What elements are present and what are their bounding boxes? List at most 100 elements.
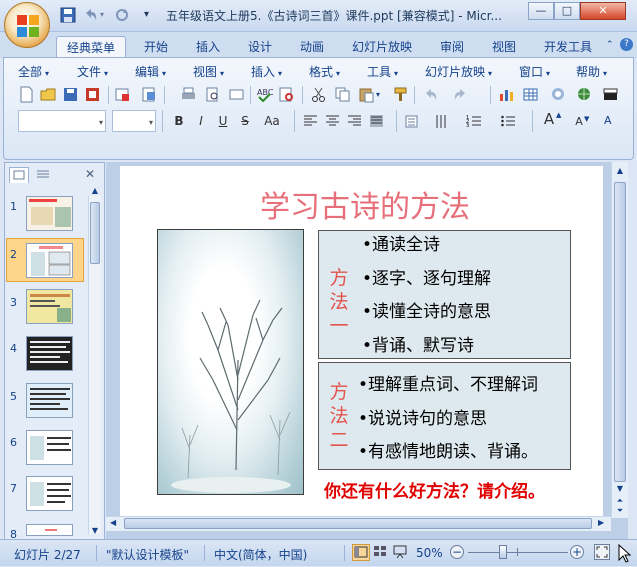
tab-review[interactable]: 审阅 [430, 36, 474, 58]
paste-icon[interactable] [358, 86, 375, 103]
question-text[interactable]: 你还有什么好方法？请介绍。 [324, 477, 604, 502]
slides-tab-icon[interactable] [9, 167, 29, 183]
undo-icon[interactable] [82, 7, 98, 23]
outline-tab-icon[interactable] [33, 167, 55, 183]
spelling-icon[interactable]: ABC [256, 86, 274, 103]
slide-size-icon[interactable] [228, 86, 245, 103]
editor-vertical-scrollbar[interactable]: ▲ ▼ ⏶ ⏷ [611, 162, 628, 518]
font-color-icon[interactable]: A [604, 114, 612, 127]
language-indicator[interactable]: 中文(简体，中国) [214, 546, 307, 563]
theme-name[interactable]: "默认设计模板" [106, 546, 189, 563]
tab-design[interactable]: 设计 [238, 36, 282, 58]
menu-tools[interactable]: 工具 ▾ [367, 64, 398, 80]
zoom-level[interactable]: 50% [416, 546, 443, 560]
permission-icon[interactable] [84, 86, 101, 103]
slide-thumbnail-3[interactable] [26, 289, 73, 324]
paste-dropdown-icon[interactable]: ▾ [376, 90, 380, 99]
help-icon[interactable]: ? [620, 38, 633, 51]
menu-edit[interactable]: 编辑 ▾ [135, 64, 166, 80]
change-case-button[interactable]: Aa [260, 112, 284, 130]
normal-view-icon[interactable] [352, 544, 370, 561]
menu-file[interactable]: 文件 ▾ [77, 64, 108, 80]
align-center-icon[interactable] [324, 113, 341, 130]
underline-button[interactable]: U [214, 112, 232, 130]
close-pane-icon[interactable]: ✕ [85, 167, 95, 181]
slide-thumbnail-7[interactable] [26, 476, 73, 511]
scroll-down-icon[interactable]: ▼ [614, 484, 626, 493]
table-icon[interactable] [522, 86, 539, 103]
menu-slideshow[interactable]: 幻灯片放映 ▾ [425, 64, 492, 80]
menu-help[interactable]: 帮助 ▾ [576, 64, 607, 80]
publish-icon[interactable] [140, 86, 157, 103]
zoom-slider-thumb[interactable] [498, 545, 507, 559]
office-button[interactable] [4, 2, 50, 48]
zoom-in-icon[interactable]: + [570, 545, 584, 559]
slide-thumbnail-1[interactable] [26, 196, 73, 231]
previous-slide-icon[interactable]: ⏶ [614, 496, 626, 506]
print-preview-icon[interactable] [204, 86, 221, 103]
slide-title[interactable]: 学习古诗的方法 [260, 182, 560, 225]
open-icon[interactable] [40, 86, 57, 103]
pane-scroll-down-icon[interactable]: ▼ [89, 526, 101, 536]
email-icon[interactable] [114, 86, 131, 103]
vertical-scroll-thumb[interactable] [614, 182, 626, 482]
save-toolbar-icon[interactable] [62, 86, 79, 103]
justify-icon[interactable] [368, 113, 385, 130]
menu-all[interactable]: 全部 ▾ [18, 64, 49, 80]
strikethrough-button[interactable]: S [236, 112, 254, 130]
menu-view[interactable]: 视图 ▾ [193, 64, 224, 80]
italic-button[interactable]: I [192, 112, 210, 130]
font-size-combo[interactable]: ▾ [112, 110, 156, 132]
numbering-icon[interactable]: 123 [466, 113, 483, 130]
slide-thumbnail-8[interactable] [26, 524, 73, 536]
columns-icon[interactable] [434, 113, 451, 130]
zoom-out-icon[interactable]: − [450, 545, 464, 559]
editor-horizontal-scrollbar[interactable]: ◀ ▶ [106, 516, 611, 531]
black-white-icon[interactable] [602, 86, 619, 103]
pane-scroll-up-icon[interactable]: ▲ [89, 186, 101, 196]
scroll-left-icon[interactable]: ◀ [110, 518, 116, 527]
tab-developer[interactable]: 开发工具 [534, 36, 602, 58]
undo-toolbar-icon[interactable] [422, 86, 439, 103]
text-direction-icon[interactable] [404, 113, 421, 130]
align-left-icon[interactable] [302, 113, 319, 130]
slideshow-icon[interactable] [392, 544, 410, 561]
bold-button[interactable]: B [170, 112, 188, 130]
slide-thumbnail-6[interactable] [26, 430, 73, 465]
maximize-button[interactable]: □ [554, 2, 580, 20]
tab-animation[interactable]: 动画 [290, 36, 334, 58]
research-icon[interactable] [278, 86, 295, 103]
tab-view[interactable]: 视图 [482, 36, 526, 58]
redo-icon[interactable] [114, 7, 130, 23]
align-right-icon[interactable] [346, 113, 363, 130]
tab-slideshow[interactable]: 幻灯片放映 [342, 36, 422, 58]
scroll-right-icon[interactable]: ▶ [598, 518, 604, 527]
chart-icon[interactable] [498, 86, 515, 103]
close-button[interactable]: ✕ [580, 2, 626, 20]
slide-sorter-icon[interactable] [372, 544, 390, 561]
menu-insert[interactable]: 插入 ▾ [251, 64, 282, 80]
bullets-icon[interactable] [500, 113, 517, 130]
slide-thumbnail-5[interactable] [26, 383, 73, 418]
menu-format[interactable]: 格式 ▾ [309, 64, 340, 80]
fit-to-window-icon[interactable] [594, 544, 610, 560]
horizontal-scroll-thumb[interactable] [124, 518, 592, 529]
format-painter-icon[interactable] [392, 86, 409, 103]
new-icon[interactable] [18, 86, 35, 103]
ribbon-minimize-icon[interactable]: ⌃ [606, 40, 618, 52]
copy-icon[interactable] [334, 86, 351, 103]
redo-toolbar-icon[interactable] [452, 86, 469, 103]
save-icon[interactable] [60, 7, 76, 23]
pane-scroll-thumb[interactable] [90, 202, 100, 264]
tab-home[interactable]: 开始 [134, 36, 178, 58]
minimize-button[interactable]: — [528, 2, 554, 20]
pane-scrollbar[interactable] [88, 196, 101, 534]
menu-window[interactable]: 窗口 ▾ [519, 64, 550, 80]
winter-tree-image[interactable] [157, 229, 304, 495]
print-icon[interactable] [180, 86, 197, 103]
cut-icon[interactable] [310, 86, 327, 103]
slide-thumbnail-2[interactable] [26, 243, 73, 278]
scroll-up-icon[interactable]: ▲ [614, 166, 626, 175]
next-slide-icon[interactable]: ⏷ [614, 506, 626, 516]
tab-insert[interactable]: 插入 [186, 36, 230, 58]
